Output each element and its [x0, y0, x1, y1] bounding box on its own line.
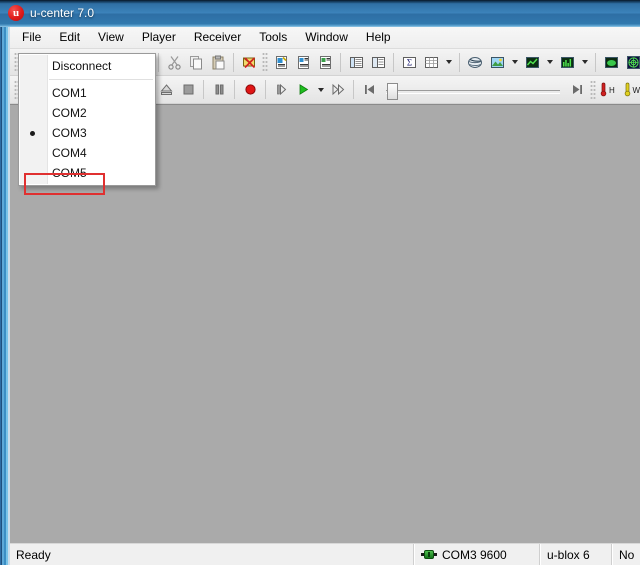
toolbar-separator — [393, 53, 394, 72]
menu-bar: File Edit View Player Receiver Tools Win… — [10, 27, 640, 49]
menu-item-com4[interactable]: COM4 — [19, 143, 155, 163]
window-title: u-center 7.0 — [30, 6, 94, 20]
camera-view-dropdown-arrow-icon[interactable] — [508, 51, 521, 73]
status-ready-pane: Ready — [10, 544, 414, 565]
status-device-pane[interactable]: u-blox 6 — [540, 544, 612, 565]
play-icon[interactable] — [292, 79, 314, 101]
svg-text:H: H — [609, 86, 615, 95]
paste-icon[interactable] — [207, 51, 229, 73]
table-view-icon[interactable] — [420, 51, 442, 73]
toolbar-grip[interactable] — [590, 80, 596, 100]
toolbar-separator — [595, 53, 596, 72]
thermometer-icon[interactable]: W — [622, 79, 640, 101]
toolbar-separator — [265, 80, 266, 99]
eject-icon[interactable] — [155, 79, 177, 101]
menu-file[interactable]: File — [13, 27, 50, 48]
packet-console-icon[interactable] — [292, 51, 314, 73]
toolbar-separator — [233, 53, 234, 72]
sky-view-icon[interactable] — [600, 51, 622, 73]
status-device-text: u-blox 6 — [547, 548, 590, 562]
status-extra-text: No — [619, 548, 634, 562]
toolbar-separator — [158, 53, 159, 72]
menu-help[interactable]: Help — [357, 27, 400, 48]
menu-item-com3-label: COM3 — [52, 126, 87, 140]
thermometer-icon[interactable]: H — [598, 79, 622, 101]
text-console-icon[interactable] — [345, 51, 367, 73]
toolbar-separator — [203, 80, 204, 99]
menu-item-com2[interactable]: COM2 — [19, 103, 155, 123]
copy-icon[interactable] — [185, 51, 207, 73]
menu-item-com5[interactable]: COM5 — [19, 163, 155, 183]
menu-item-com3[interactable]: COM3 — [19, 123, 155, 143]
menu-receiver[interactable]: Receiver — [185, 27, 250, 48]
svg-text:W: W — [633, 86, 640, 95]
pause-icon[interactable] — [208, 79, 230, 101]
toolbar-separator — [353, 80, 354, 99]
menu-view[interactable]: View — [89, 27, 133, 48]
chart-view-icon[interactable] — [521, 51, 543, 73]
port-selection-menu[interactable]: Disconnect COM1 COM2 COM3 COM4 COM5 — [18, 53, 156, 186]
menu-edit[interactable]: Edit — [50, 27, 89, 48]
satellite-view-icon[interactable] — [622, 51, 640, 73]
window-client-area: File Edit View Player Receiver Tools Win… — [10, 27, 640, 565]
camera-view-icon[interactable] — [486, 51, 508, 73]
playback-slider-track — [386, 90, 560, 94]
menu-tools[interactable]: Tools — [250, 27, 296, 48]
status-extra-pane[interactable]: No — [612, 544, 640, 565]
fast-forward-icon[interactable] — [327, 79, 349, 101]
binary-console-icon[interactable] — [314, 51, 336, 73]
histogram-view-dropdown-arrow-icon[interactable] — [578, 51, 591, 73]
skip-to-end-icon[interactable] — [566, 79, 588, 101]
menu-separator — [49, 79, 153, 80]
playback-slider[interactable] — [384, 79, 562, 101]
status-connection-pane[interactable]: COM3 9600 — [414, 544, 540, 565]
histogram-view-icon[interactable] — [556, 51, 578, 73]
toolbar-grip[interactable] — [262, 52, 268, 72]
skip-to-start-icon[interactable] — [358, 79, 380, 101]
menu-item-com1[interactable]: COM1 — [19, 83, 155, 103]
toolbar-separator — [459, 53, 460, 72]
table-view-dropdown-arrow-icon[interactable] — [442, 51, 455, 73]
status-ready-text: Ready — [16, 548, 51, 562]
svg-text:Σ: Σ — [406, 57, 411, 67]
menu-window[interactable]: Window — [296, 27, 357, 48]
chart-view-dropdown-arrow-icon[interactable] — [543, 51, 556, 73]
map-view-icon[interactable] — [464, 51, 486, 73]
title-bar-content: u u-center 7.0 — [8, 3, 94, 23]
u-blox-logo-icon: u — [8, 5, 24, 21]
selected-radio-icon — [30, 131, 35, 136]
message-view-icon[interactable] — [270, 51, 292, 73]
step-forward-icon[interactable] — [270, 79, 292, 101]
application-window: u u-center 7.0 File Edit View Player Rec… — [0, 0, 640, 565]
toolbar-separator — [234, 80, 235, 99]
menu-player[interactable]: Player — [133, 27, 185, 48]
stop-icon[interactable] — [177, 79, 199, 101]
menu-item-disconnect[interactable]: Disconnect — [19, 56, 155, 76]
title-bar: u u-center 7.0 — [0, 0, 640, 27]
cut-icon[interactable] — [163, 51, 185, 73]
toolbar-separator — [340, 53, 341, 72]
status-connection-text: COM3 9600 — [442, 548, 507, 562]
ubx-console-icon[interactable] — [367, 51, 389, 73]
statistic-view-icon[interactable]: Σ — [398, 51, 420, 73]
status-bar: Ready COM3 9600 u-blox 6 No — [10, 543, 640, 565]
clear-messages-icon[interactable] — [238, 51, 260, 73]
record-icon[interactable] — [239, 79, 261, 101]
play-dropdown-arrow-icon[interactable] — [314, 79, 327, 101]
serial-port-connected-icon — [421, 550, 437, 559]
playback-slider-thumb[interactable] — [387, 83, 398, 100]
